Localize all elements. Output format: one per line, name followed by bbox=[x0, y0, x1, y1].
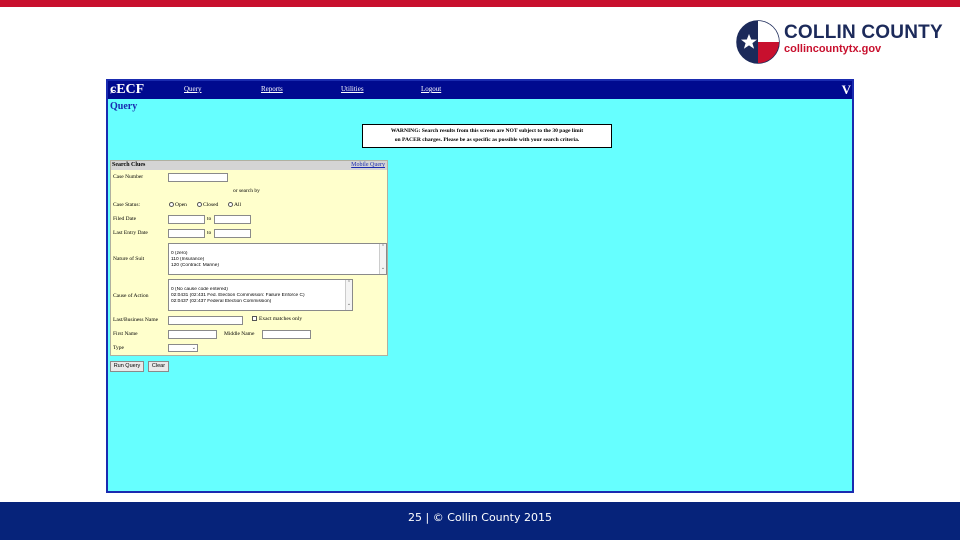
status-closed-radio[interactable]: Closed bbox=[197, 202, 218, 208]
clear-button[interactable]: Clear bbox=[148, 361, 169, 372]
ecf-screenshot: ɕECF Query Reports Utilities Logout V Qu… bbox=[106, 79, 854, 493]
mobile-query-link[interactable]: Mobile Query bbox=[351, 162, 385, 168]
ecf-logo[interactable]: ɕECF bbox=[110, 82, 144, 98]
ecf-menu-bar: ɕECF Query Reports Utilities Logout V bbox=[108, 81, 852, 99]
listbox-scrollbar[interactable]: ⌃ ⌄ bbox=[345, 280, 352, 310]
filed-date-to-label: to bbox=[207, 216, 212, 222]
listbox-scrollbar[interactable]: ⌃ ⌄ bbox=[379, 244, 386, 274]
run-query-button[interactable]: Run Query bbox=[110, 361, 144, 372]
form-header: Search Clues Mobile Query bbox=[111, 161, 387, 170]
cause-of-action-listbox[interactable]: 0 (No cause code entered) 02:0431 (02:43… bbox=[168, 279, 353, 311]
chevron-down-icon: ⌄ bbox=[191, 345, 196, 351]
case-number-input[interactable] bbox=[168, 173, 228, 182]
exact-matches-checkbox[interactable]: Exact matches only bbox=[252, 316, 302, 322]
first-name-label: First Name bbox=[113, 331, 138, 337]
search-form: Search Clues Mobile Query Case Number or… bbox=[110, 160, 388, 356]
nature-of-suit-listbox[interactable]: 0 (zero) 110 (Insurance) 120 (Contract: … bbox=[168, 243, 387, 275]
last-name-input[interactable] bbox=[168, 316, 243, 325]
slide: COLLIN COUNTY collincountytx.gov ɕECF Qu… bbox=[0, 0, 960, 540]
middle-name-label: Middle Name bbox=[224, 331, 255, 337]
warning-line-2: on PACER charges. Please be as specific … bbox=[394, 137, 580, 143]
logo-title: COLLIN COUNTY bbox=[784, 22, 943, 43]
menu-query[interactable]: Query bbox=[184, 85, 202, 94]
last-entry-to-input[interactable] bbox=[214, 229, 251, 238]
type-select[interactable]: ⌄ bbox=[168, 344, 198, 352]
last-entry-to-label: to bbox=[207, 230, 212, 236]
menu-logout[interactable]: Logout bbox=[421, 85, 441, 94]
form-header-title: Search Clues bbox=[112, 162, 146, 168]
middle-name-input[interactable] bbox=[262, 330, 311, 339]
collin-county-logo: COLLIN COUNTY collincountytx.gov bbox=[736, 18, 951, 66]
menu-reports[interactable]: Reports bbox=[261, 85, 283, 94]
warning-box: WARNING: Search results from this screen… bbox=[362, 124, 612, 148]
ecf-logo-text: ECF bbox=[116, 82, 145, 97]
case-number-label: Case Number bbox=[113, 174, 144, 180]
type-label: Type bbox=[113, 345, 124, 351]
cause-of-action-label: Cause of Action bbox=[113, 293, 149, 299]
nature-of-suit-label: Nature of Suit bbox=[113, 256, 145, 262]
last-entry-from-input[interactable] bbox=[168, 229, 205, 238]
status-open-radio[interactable]: Open bbox=[169, 202, 187, 208]
filed-date-to-input[interactable] bbox=[214, 215, 251, 224]
last-entry-date-label: Last Entry Date bbox=[113, 230, 148, 236]
filed-date-from-input[interactable] bbox=[168, 215, 205, 224]
or-search-by-label: or search by bbox=[233, 188, 260, 194]
last-business-name-label: Last/Business Name bbox=[113, 317, 159, 323]
status-all-radio[interactable]: All bbox=[228, 202, 241, 208]
footer-text: 25 | © Collin County 2015 bbox=[408, 511, 552, 524]
case-status-label: Case Status: bbox=[113, 202, 141, 208]
menu-utilities[interactable]: Utilities bbox=[341, 85, 364, 94]
page-title: Query bbox=[110, 101, 138, 112]
logo-url: collincountytx.gov bbox=[784, 43, 882, 55]
list-item[interactable]: 120 (Contract: Marine) bbox=[171, 263, 371, 269]
filed-date-label: Filed Date bbox=[113, 216, 137, 222]
list-item[interactable]: 02:0437 (02:437 Federal Election Commiss… bbox=[171, 299, 371, 305]
menu-bar-end-glyph: V bbox=[841, 82, 851, 97]
warning-line-1: WARNING: Search results from this screen… bbox=[390, 128, 584, 134]
texas-star-seal-icon bbox=[736, 20, 780, 64]
first-name-input[interactable] bbox=[168, 330, 217, 339]
footer-bar: 25 | © Collin County 2015 bbox=[0, 502, 960, 540]
top-stripe bbox=[0, 0, 960, 7]
